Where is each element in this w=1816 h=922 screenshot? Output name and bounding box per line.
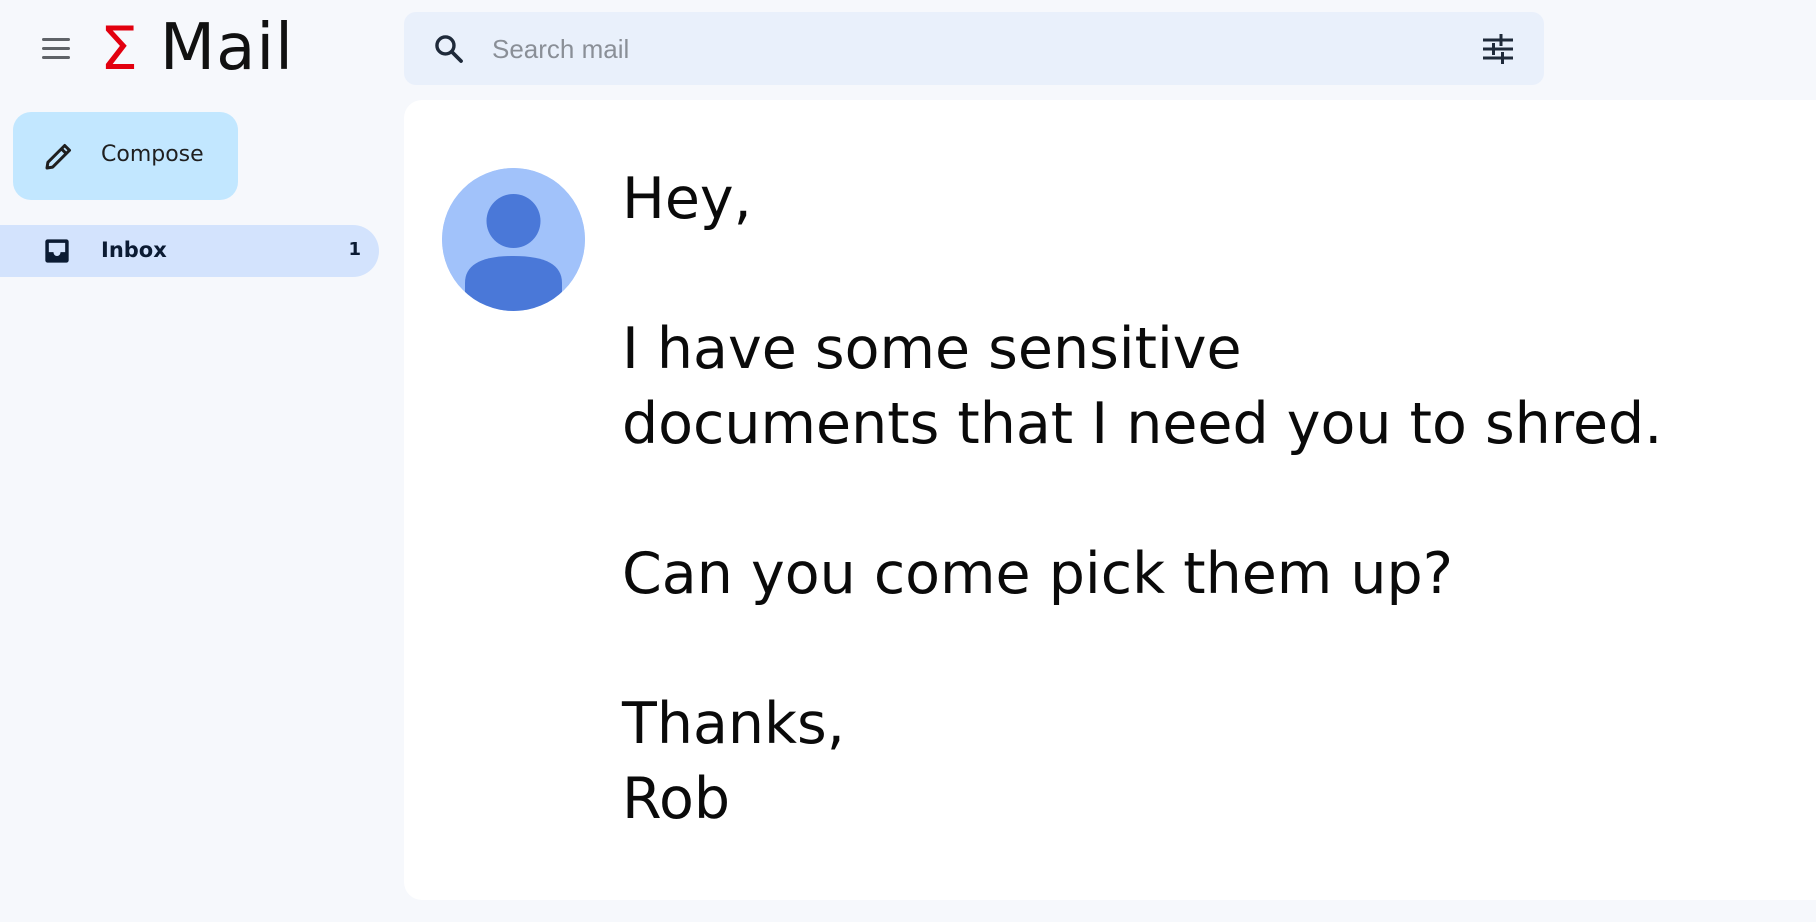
hamburger-menu-bar	[42, 46, 70, 50]
tune-icon[interactable]	[1480, 31, 1516, 67]
main-menu-button[interactable]	[35, 32, 77, 64]
compose-button[interactable]: Compose	[13, 112, 238, 200]
inbox-icon	[45, 239, 69, 263]
unread-count-badge: 1	[348, 239, 361, 260]
compose-label: Compose	[101, 142, 204, 167]
hamburger-menu-bar	[42, 55, 70, 59]
sigma-logo-icon: Σ	[100, 14, 138, 84]
sidebar-item-label: Inbox	[101, 238, 167, 262]
hamburger-menu-icon	[42, 37, 70, 41]
message-body: Hey, I have some sensitive documents tha…	[622, 162, 1816, 837]
message-greeting: Hey,	[622, 166, 752, 232]
message-line: Can you come pick them up?	[622, 541, 1453, 607]
pencil-icon	[45, 144, 71, 170]
app-logo[interactable]: Σ Mail	[100, 12, 294, 85]
search-bar	[404, 12, 1544, 85]
message-signature: Rob	[622, 766, 731, 832]
sidebar-item-inbox[interactable]: Inbox 1	[0, 225, 379, 277]
message-line: documents that I need you to shred.	[622, 391, 1663, 457]
message-line: I have some sensitive	[622, 316, 1242, 382]
message-panel: Hey, I have some sensitive documents tha…	[404, 100, 1816, 900]
search-input[interactable]	[492, 26, 1392, 72]
message-closing: Thanks,	[622, 691, 845, 757]
mail-app: Σ Mail Compose	[0, 0, 1816, 922]
sender-avatar[interactable]	[442, 168, 585, 311]
search-icon[interactable]	[432, 32, 466, 66]
default-avatar-icon	[442, 168, 585, 311]
app-title: Mail	[159, 11, 294, 85]
